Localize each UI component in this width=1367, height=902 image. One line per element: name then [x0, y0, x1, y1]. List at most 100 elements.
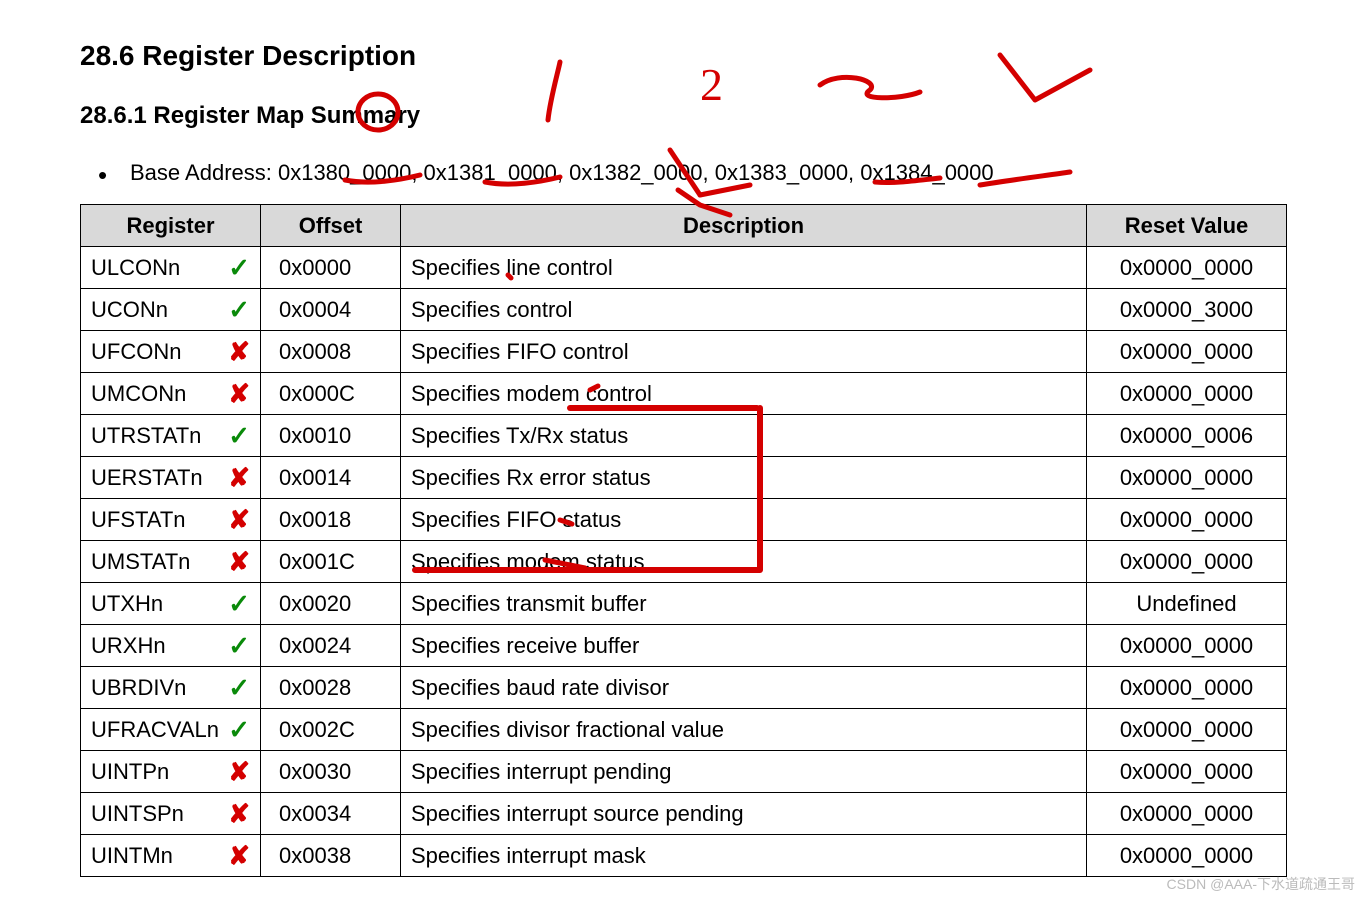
register-cell: UINTMn ✘ [81, 835, 261, 877]
col-header-description: Description [401, 205, 1087, 247]
register-name: UTXHn [91, 591, 163, 616]
description-cell: Specifies line control [401, 247, 1087, 289]
description-cell: Specifies FIFO status [401, 499, 1087, 541]
register-name: UINTPn [91, 759, 169, 784]
col-header-register: Register [81, 205, 261, 247]
register-name: ULCONn [91, 255, 180, 280]
table-row: UINTSPn ✘ 0x0034Specifies interrupt source… [81, 793, 1287, 835]
checkmark-icon: ✓ [228, 252, 250, 283]
reset-value-cell: 0x0000_0000 [1087, 835, 1287, 877]
register-cell: URXHn✓ [81, 625, 261, 667]
reset-value-cell: 0x0000_3000 [1087, 289, 1287, 331]
watermark-text: CSDN @AAA-下水道疏通王哥 [1167, 874, 1355, 894]
table-row: UERSTATn✘0x0014Specifies Rx error status… [81, 457, 1287, 499]
description-cell: Specifies control [401, 289, 1087, 331]
offset-cell: 0x001C [261, 541, 401, 583]
table-row: UBRDIVn ✓ 0x0028Specifies baud rate diviso… [81, 667, 1287, 709]
register-name: UTRSTATn [91, 423, 201, 448]
description-cell: Specifies transmit buffer [401, 583, 1087, 625]
description-cell: Specifies divisor fractional value [401, 709, 1087, 751]
offset-cell: 0x0020 [261, 583, 401, 625]
checkmark-icon: ✓ [228, 420, 250, 451]
reset-value-cell: 0x0000_0000 [1087, 625, 1287, 667]
reset-value-cell: 0x0000_0006 [1087, 415, 1287, 457]
table-row: UFRACVALn ✓ 0x002CSpecifies divisor fracti… [81, 709, 1287, 751]
crossmark-icon: ✘ [228, 336, 250, 367]
register-cell: UBRDIVn ✓ [81, 667, 261, 709]
description-cell: Specifies baud rate divisor [401, 667, 1087, 709]
checkmark-icon: ✓ [228, 714, 250, 745]
register-name: UFCONn [91, 339, 181, 364]
offset-cell: 0x0004 [261, 289, 401, 331]
description-cell: Specifies interrupt mask [401, 835, 1087, 877]
reset-value-cell: 0x0000_0000 [1087, 751, 1287, 793]
crossmark-icon: ✘ [228, 756, 250, 787]
offset-cell: 0x0024 [261, 625, 401, 667]
offset-cell: 0x0010 [261, 415, 401, 457]
register-name: UMCONn [91, 381, 186, 406]
col-header-reset: Reset Value [1087, 205, 1287, 247]
register-cell: UMCONn ✘ [81, 373, 261, 415]
register-name: UMSTATn [91, 549, 190, 574]
register-name: UERSTATn [91, 465, 203, 490]
register-name: UFRACVALn [91, 717, 219, 742]
reset-value-cell: 0x0000_0000 [1087, 499, 1287, 541]
register-cell: ULCONn ✓ [81, 247, 261, 289]
table-row: UMSTATn✘0x001CSpecifies modem status0x00… [81, 541, 1287, 583]
table-row: UMCONn✘0x000CSpecifies modem control0x00… [81, 373, 1287, 415]
register-cell: UMSTATn✘ [81, 541, 261, 583]
offset-cell: 0x002C [261, 709, 401, 751]
table-row: UTRSTATn ✓ 0x0010Specifies Tx/Rx status0x0… [81, 415, 1287, 457]
register-name: UBRDIVn [91, 675, 186, 700]
offset-cell: 0x0034 [261, 793, 401, 835]
reset-value-cell: 0x0000_0000 [1087, 541, 1287, 583]
register-cell: UTXHn ✓ [81, 583, 261, 625]
offset-cell: 0x0008 [261, 331, 401, 373]
description-cell: Specifies interrupt pending [401, 751, 1087, 793]
register-map-table: Register Offset Description Reset Value … [80, 204, 1287, 877]
checkmark-icon: ✓ [228, 294, 250, 325]
offset-cell: 0x0000 [261, 247, 401, 289]
crossmark-icon: ✘ [228, 504, 250, 535]
reset-value-cell: Undefined [1087, 583, 1287, 625]
reset-value-cell: 0x0000_0000 [1087, 247, 1287, 289]
register-cell: UINTPn ✘ [81, 751, 261, 793]
table-row: URXHn✓0x0024Specifies receive buffer0x00… [81, 625, 1287, 667]
description-cell: Specifies receive buffer [401, 625, 1087, 667]
crossmark-icon: ✘ [228, 378, 250, 409]
reset-value-cell: 0x0000_0000 [1087, 457, 1287, 499]
register-cell: UINTSPn ✘ [81, 793, 261, 835]
table-row: UFSTATn ✘ 0x0018Specifies FIFO status0x000… [81, 499, 1287, 541]
register-name: UFSTATn [91, 507, 186, 532]
offset-cell: 0x0028 [261, 667, 401, 709]
offset-cell: 0x000C [261, 373, 401, 415]
description-cell: Specifies Tx/Rx status [401, 415, 1087, 457]
table-row: ULCONn ✓ 0x0000Specifies line control0x000… [81, 247, 1287, 289]
register-cell: UTRSTATn ✓ [81, 415, 261, 457]
register-name: UINTSPn [91, 801, 184, 826]
col-header-offset: Offset [261, 205, 401, 247]
register-cell: UERSTATn ✘ [81, 457, 261, 499]
offset-cell: 0x0030 [261, 751, 401, 793]
crossmark-icon: ✘ [228, 798, 250, 829]
table-row: UINTMn ✘ 0x0038Specifies interrupt mask0x0… [81, 835, 1287, 877]
register-cell: UFSTATn ✘ [81, 499, 261, 541]
description-cell: Specifies modem control [401, 373, 1087, 415]
description-cell: Specifies FIFO control [401, 331, 1087, 373]
offset-cell: 0x0018 [261, 499, 401, 541]
register-cell: UFCONn ✘ [81, 331, 261, 373]
base-address-line: Base Address: 0x1380_0000, 0x1381_0000, … [80, 160, 1287, 186]
checkmark-icon: ✓ [228, 630, 250, 661]
description-cell: Specifies interrupt source pending [401, 793, 1087, 835]
section-heading: 28.6 Register Description [80, 40, 1287, 72]
crossmark-icon: ✘ [228, 462, 250, 493]
crossmark-icon: ✘ [228, 840, 250, 871]
table-header-row: Register Offset Description Reset Value [81, 205, 1287, 247]
register-name: UINTMn [91, 843, 173, 868]
checkmark-icon: ✓ [228, 588, 250, 619]
register-name: UCONn [91, 297, 168, 322]
table-row: UINTPn ✘ 0x0030Specifies interrupt pending… [81, 751, 1287, 793]
offset-cell: 0x0038 [261, 835, 401, 877]
checkmark-icon: ✓ [228, 672, 250, 703]
register-cell: UCONn ✓ [81, 289, 261, 331]
